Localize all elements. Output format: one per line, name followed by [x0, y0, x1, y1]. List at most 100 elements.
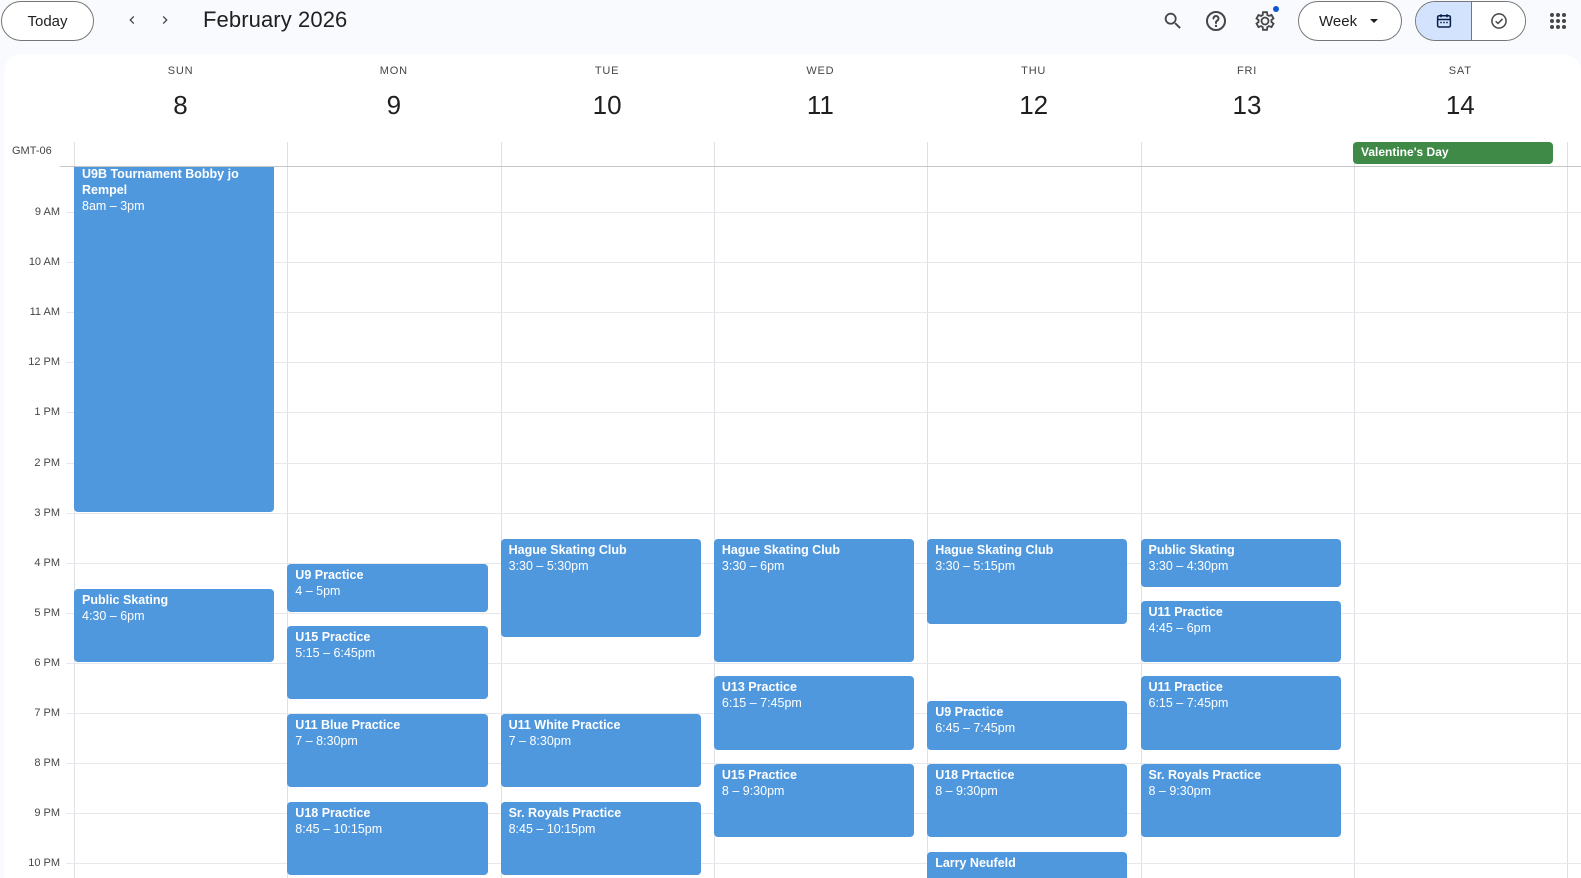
allday-event[interactable]: Valentine's Day	[1353, 142, 1553, 164]
event-title: Public Skating	[1148, 542, 1235, 557]
gear-icon[interactable]	[1248, 4, 1282, 38]
time-label: 11 AM	[29, 306, 60, 319]
event-title: U11 Practice	[1148, 680, 1223, 695]
calendar-event[interactable]: U11 White Practice 7 – 8:30pm	[500, 714, 701, 788]
day-number[interactable]: 12	[927, 90, 1140, 121]
top-bar: Today February 2026 Week	[0, 0, 1581, 54]
time-label: 10 AM	[28, 256, 60, 269]
calendar-event[interactable]: U18 Practice 8:45 – 10:15pm	[287, 801, 488, 875]
view-toggle	[1415, 1, 1526, 41]
day-number[interactable]: 9	[287, 90, 500, 121]
calendar-event[interactable]: U13 Practice 6:15 – 7:45pm	[713, 676, 915, 750]
calendar-event[interactable]: Public Skating 3:30 – 4:30pm	[1140, 538, 1341, 587]
chevron-right-icon[interactable]	[151, 6, 179, 34]
event-title: U9 Practice	[295, 567, 364, 582]
calendar-event[interactable]: Hague Skating Club 3:30 – 5:15pm	[927, 538, 1128, 625]
help-icon[interactable]	[1199, 4, 1233, 38]
event-time: 6:15 – 7:45pm	[1148, 696, 1229, 711]
day-of-week: WED	[806, 65, 835, 77]
hour-line	[66, 312, 1581, 314]
month-title: February 2026	[203, 7, 348, 32]
event-title: Hague Skating Club	[935, 542, 1054, 557]
event-time: 8 – 9:30pm	[721, 784, 785, 799]
time-label: 9 AM	[34, 206, 60, 218]
day-number[interactable]: 10	[501, 90, 714, 121]
time-label: 5 PM	[34, 606, 60, 619]
time-label: 8 PM	[34, 757, 60, 770]
event-title: U9 Practice	[935, 705, 1004, 720]
event-time: 8:45 – 10:15pm	[508, 821, 596, 836]
event-title: Larry Neufeld	[935, 855, 1016, 870]
event-time: 4 – 5pm	[295, 583, 341, 598]
time-label: 3 PM	[34, 506, 60, 519]
calendar-event[interactable]: U15 Practice 5:15 – 6:45pm	[287, 626, 488, 700]
task-check-icon[interactable]	[1472, 2, 1525, 40]
day-of-week: SUN	[167, 65, 194, 77]
event-time: 6:15 – 7:45pm	[721, 696, 802, 711]
hour-line	[66, 412, 1581, 414]
hour-line	[66, 362, 1581, 364]
view-label: Week	[1319, 12, 1358, 30]
day-of-week: SAT	[1448, 65, 1472, 77]
event-title: Hague Skating Club	[721, 542, 840, 557]
event-title: Hague Skating Club	[508, 542, 627, 557]
hour-line	[66, 262, 1581, 264]
calendar-event[interactable]: Hague Skating Club 3:30 – 6pm	[713, 538, 915, 662]
chevron-left-icon[interactable]	[118, 6, 146, 34]
day-of-week: MON	[379, 65, 408, 77]
calendar-event[interactable]: U9 Practice 4 – 5pm	[287, 563, 488, 612]
day-number[interactable]: 13	[1141, 90, 1354, 121]
event-time: 8am – 3pm	[82, 198, 145, 213]
time-label: 2 PM	[34, 456, 60, 469]
time-label: 7 PM	[34, 707, 60, 719]
event-title: U15 Practice	[721, 768, 797, 783]
day-of-week: TUE	[594, 65, 620, 77]
calendar-event[interactable]: U11 Blue Practice 7 – 8:30pm	[287, 714, 488, 788]
calendar-event[interactable]: U9B Tournament Bobby jo Rempel 8am – 3pm	[74, 167, 275, 512]
notification-dot	[1273, 6, 1279, 12]
view-selector[interactable]: Week	[1298, 1, 1402, 41]
calendar-event[interactable]: U11 Practice 4:45 – 6pm	[1140, 601, 1341, 662]
calendar-event[interactable]: U18 Prtactice 8 – 9:30pm	[927, 764, 1128, 838]
calendar-event[interactable]: Larry Neufeld	[927, 851, 1128, 878]
time-label: 12 PM	[28, 356, 60, 369]
calendar-event[interactable]: U11 Practice 6:15 – 7:45pm	[1140, 676, 1341, 750]
calendar-event[interactable]: Sr. Royals Practice 8 – 9:30pm	[1140, 764, 1341, 838]
event-title: U13 Practice	[721, 680, 797, 695]
event-time: 8 – 9:30pm	[935, 784, 998, 799]
event-time: 4:30 – 6pm	[82, 608, 145, 623]
calendar-event[interactable]: Public Skating 4:30 – 6pm	[74, 588, 275, 662]
time-label: 1 PM	[34, 406, 60, 419]
day-number[interactable]: 8	[74, 90, 287, 121]
day-number[interactable]: 11	[714, 90, 927, 121]
event-title: U18 Prtactice	[935, 768, 1015, 783]
event-time: 5:15 – 6:45pm	[295, 646, 376, 661]
event-title: Sr. Royals Practice	[1148, 768, 1262, 783]
time-label: 6 PM	[34, 656, 60, 669]
calendar-event[interactable]: Hague Skating Club 3:30 – 5:30pm	[500, 538, 701, 637]
time-label: 10 PM	[28, 857, 60, 870]
timezone-label: GMT-06	[12, 145, 52, 157]
apps-grid-icon[interactable]	[1541, 4, 1575, 38]
event-time: 6:45 – 7:45pm	[935, 721, 1016, 736]
calendar-event[interactable]: U9 Practice 6:45 – 7:45pm	[927, 701, 1128, 750]
calendar-event[interactable]: Sr. Royals Practice 8:45 – 10:15pm	[500, 801, 701, 875]
event-title: Sr. Royals Practice	[508, 805, 622, 820]
day-number[interactable]: 14	[1354, 90, 1567, 121]
time-label: 9 PM	[34, 807, 60, 820]
event-time: 3:30 – 5:30pm	[508, 558, 589, 573]
event-time: 7 – 8:30pm	[508, 734, 572, 748]
event-time: 8:45 – 10:15pm	[295, 821, 383, 836]
calendar-icon[interactable]	[1416, 2, 1472, 40]
day-of-week: THU	[1021, 65, 1047, 77]
calendar-event[interactable]: U15 Practice 8 – 9:30pm	[713, 764, 915, 838]
time-label: 4 PM	[34, 556, 60, 569]
event-title: U11 Blue Practice	[295, 718, 401, 732]
search-icon[interactable]	[1156, 4, 1190, 38]
event-title: U9B Tournament Bobby jo Rempel	[82, 167, 239, 197]
time-grid: 9 AM 10 AM 11 AM 12 PM 1 PM 2 PM 3 PM 4 PM 5 PM 6…	[4, 167, 1581, 878]
event-title: U11 Practice	[1148, 605, 1223, 620]
dropdown-arrow-icon	[1370, 19, 1379, 23]
event-title: U15 Practice	[295, 630, 371, 645]
today-button[interactable]: Today	[1, 1, 94, 41]
